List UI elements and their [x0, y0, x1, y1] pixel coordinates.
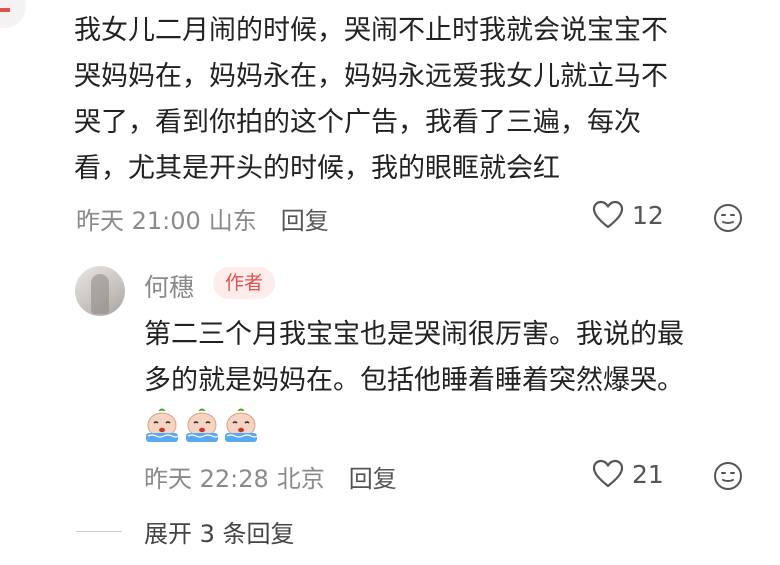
comment-reply-button[interactable]: 回复 — [281, 201, 329, 236]
reply-author-name[interactable]: 何穗 — [144, 268, 194, 304]
divider-line — [76, 531, 122, 532]
reply-reply-button[interactable]: 回复 — [349, 459, 397, 494]
commenter-avatar[interactable] — [0, 0, 26, 28]
heart-icon — [592, 200, 624, 229]
heart-icon — [592, 459, 624, 488]
reply-emoji-button[interactable] — [713, 461, 743, 491]
expand-replies-button[interactable]: 展开 3 条回复 — [76, 514, 295, 549]
author-badge: 作者 — [213, 267, 276, 299]
reply-time: 昨天 22:28 — [144, 465, 269, 493]
comment-like-count: 12 — [632, 200, 664, 230]
reply-like-count: 21 — [632, 459, 664, 489]
reply-like-button[interactable]: 21 — [592, 459, 664, 489]
crying-face-sticker — [146, 408, 179, 442]
reply-meta: 昨天 22:28 北京 回复 — [144, 459, 397, 494]
avatar-decoration — [0, 8, 10, 12]
comment-time: 昨天 21:00 — [76, 207, 201, 235]
comment-text: 我女儿二月闹的时候，哭闹不止时我就会说宝宝不 哭妈妈在，妈妈永在，妈妈永远爱我女… — [74, 15, 668, 184]
comment-meta: 昨天 21:00 山东 回复 — [76, 201, 329, 236]
comment-location: 山东 — [208, 207, 257, 235]
avatar-photo — [91, 274, 109, 314]
comment-emoji-button[interactable] — [713, 203, 743, 233]
reply-author-avatar[interactable] — [75, 266, 125, 316]
expand-replies-label: 展开 3 条回复 — [144, 520, 295, 548]
reply-location: 北京 — [276, 465, 325, 493]
crying-face-sticker — [186, 408, 219, 442]
reply-text: 第二三个月我宝宝也是哭闹很厉害。我说的最 多的就是妈妈在。包括他睡着睡着突然爆哭… — [144, 319, 684, 396]
comment-like-button[interactable]: 12 — [592, 200, 664, 230]
crying-face-sticker — [225, 408, 258, 442]
